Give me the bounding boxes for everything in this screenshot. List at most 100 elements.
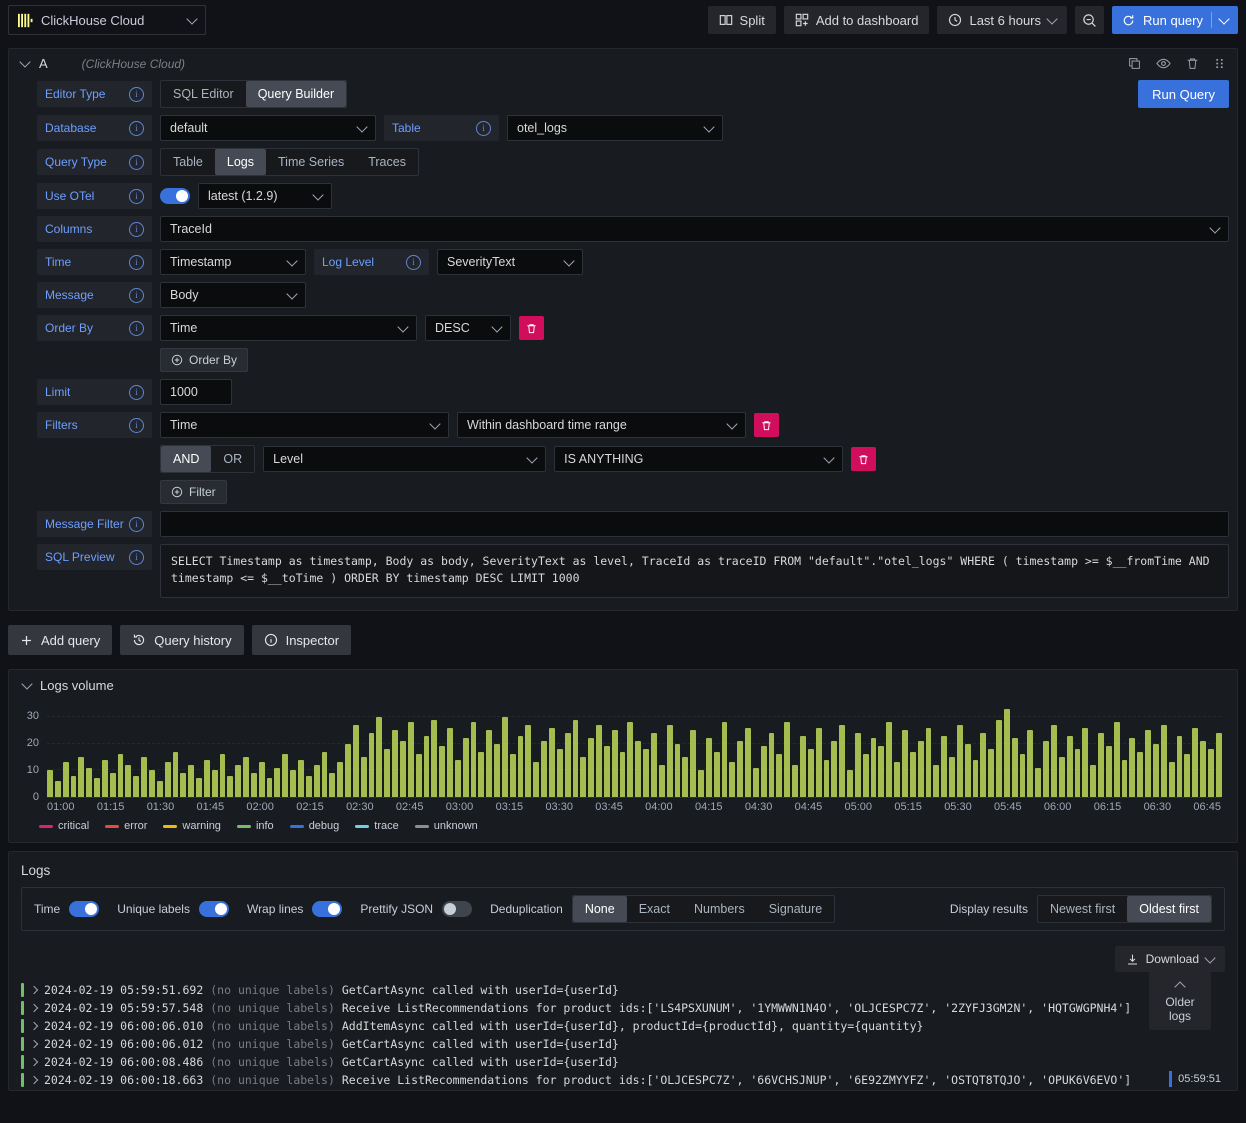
editor-type-group-option-query-builder[interactable]: Query Builder [245, 81, 347, 107]
volume-bar [47, 770, 53, 797]
query-type-group-option-time-series[interactable]: Time Series [266, 149, 356, 175]
split-button[interactable]: Split [707, 6, 776, 34]
info-icon[interactable] [129, 549, 144, 565]
add-to-dashboard-button[interactable]: Add to dashboard [783, 6, 930, 34]
use-otel-toggle[interactable] [160, 188, 190, 204]
zoom-out-button[interactable] [1075, 6, 1105, 34]
time-toggle[interactable] [69, 901, 100, 917]
deduplication-group-option-none[interactable]: None [572, 896, 627, 922]
condition-operator-select[interactable]: IS ANYTHING [554, 446, 844, 472]
condition-field-select[interactable]: Level [263, 446, 547, 472]
expand-chevron-icon[interactable] [29, 1039, 39, 1049]
order-by-column-select[interactable]: Time [160, 315, 417, 341]
unique-labels-toggle[interactable] [198, 901, 229, 917]
hide-query-icon[interactable] [1156, 56, 1171, 71]
table-select[interactable]: otel_logs [507, 115, 723, 141]
logs-volume-header[interactable]: Logs volume [9, 670, 1237, 697]
x-tick-label: 03:00 [445, 801, 474, 813]
columns-select[interactable]: TraceId [160, 216, 1229, 242]
query-type-group-option-traces[interactable]: Traces [356, 149, 418, 175]
x-tick-label: 04:30 [744, 801, 773, 813]
info-icon[interactable] [129, 221, 144, 237]
add-filter-button[interactable]: Filter [160, 480, 227, 504]
info-icon[interactable] [129, 516, 144, 532]
older-logs-button[interactable]: Older logs [1149, 972, 1211, 1030]
log-level-select[interactable]: SeverityText [437, 249, 583, 275]
remove-filter-button[interactable] [754, 413, 779, 437]
legend-item-unknown[interactable]: unknown [414, 820, 478, 832]
legend-item-error[interactable]: error [105, 820, 147, 832]
drag-handle-icon[interactable] [1214, 58, 1225, 69]
otel-version-select[interactable]: latest (1.2.9) [198, 183, 332, 209]
info-icon[interactable] [476, 120, 491, 136]
message-column-select[interactable]: Body [160, 282, 306, 308]
run-query-inline-button[interactable]: Run Query [1138, 80, 1229, 108]
log-rows: 2024-02-19 05:59:51.692 (no unique label… [9, 979, 1237, 1090]
display-results-group-option-oldest-first[interactable]: Oldest first [1127, 896, 1211, 922]
database-select[interactable]: default [160, 115, 376, 141]
collapse-chevron-icon[interactable] [21, 678, 33, 690]
add-order-by-button[interactable]: Order By [160, 348, 249, 372]
deduplication-group-option-numbers[interactable]: Numbers [682, 896, 757, 922]
time-range-picker[interactable]: Last 6 hours [937, 6, 1068, 34]
remove-condition-button[interactable] [851, 447, 877, 471]
inspector-button[interactable]: Inspector [251, 625, 352, 655]
datasource-picker[interactable]: ClickHouse Cloud [8, 5, 206, 35]
filter-logic-group-option-or[interactable]: OR [211, 446, 254, 472]
info-icon[interactable] [129, 86, 144, 102]
remove-order-by-button[interactable] [519, 316, 544, 340]
volume-bar [415, 754, 422, 797]
filter-operator-select[interactable]: Within dashboard time range [457, 412, 746, 438]
field-label-use-otel: Use OTel [37, 183, 152, 209]
time-column-select[interactable]: Timestamp [160, 249, 306, 275]
legend-item-critical[interactable]: critical [39, 820, 89, 832]
remove-query-icon[interactable] [1186, 57, 1199, 70]
limit-input[interactable]: 1000 [160, 379, 232, 405]
chevron-down-icon[interactable] [1218, 12, 1230, 25]
run-query-button[interactable]: Run query [1112, 6, 1238, 34]
info-icon[interactable] [129, 254, 144, 270]
legend-item-info[interactable]: info [236, 820, 274, 832]
deduplication-group-option-exact[interactable]: Exact [627, 896, 682, 922]
wrap-lines-toggle[interactable] [312, 901, 343, 917]
log-row[interactable]: 2024-02-19 06:00:06.010 (no unique label… [21, 1017, 1225, 1035]
log-row[interactable]: 2024-02-19 06:00:08.486 (no unique label… [21, 1053, 1225, 1071]
legend-item-debug[interactable]: debug [289, 820, 339, 832]
query-history-button[interactable]: Query history [120, 625, 244, 655]
message-filter-input[interactable] [160, 511, 1229, 537]
expand-chevron-icon[interactable] [29, 1021, 39, 1031]
row-message-filter: Message Filter [37, 511, 1229, 537]
expand-chevron-icon[interactable] [29, 1003, 39, 1013]
info-icon[interactable] [129, 287, 144, 303]
info-icon[interactable] [129, 417, 144, 433]
download-button[interactable]: Download [1114, 946, 1225, 972]
filter-logic-group-option-and[interactable]: AND [161, 446, 212, 472]
editor-type-group-option-sql-editor[interactable]: SQL Editor [161, 81, 246, 107]
expand-chevron-icon[interactable] [29, 985, 39, 995]
query-type-group-option-logs[interactable]: Logs [214, 149, 266, 175]
log-row[interactable]: 2024-02-19 05:59:57.548 (no unique label… [21, 999, 1225, 1017]
expand-chevron-icon[interactable] [29, 1057, 39, 1067]
legend-item-trace[interactable]: trace [355, 820, 399, 832]
log-row[interactable]: 2024-02-19 05:59:51.692 (no unique label… [21, 981, 1225, 999]
filter-field-select[interactable]: Time [160, 412, 449, 438]
info-icon[interactable] [129, 188, 144, 204]
order-direction-select[interactable]: DESC [425, 315, 511, 341]
add-query-button[interactable]: Add query [8, 625, 113, 655]
info-icon[interactable] [129, 120, 144, 136]
legend-item-warning[interactable]: warning [163, 820, 221, 832]
display-results-group-option-newest-first[interactable]: Newest first [1038, 896, 1127, 922]
log-row[interactable]: 2024-02-19 06:00:06.012 (no unique label… [21, 1035, 1225, 1053]
log-row[interactable]: 2024-02-19 06:00:18.663 (no unique label… [21, 1071, 1225, 1089]
deduplication-group-option-signature[interactable]: Signature [757, 896, 835, 922]
info-icon[interactable] [129, 384, 144, 400]
info-icon[interactable] [129, 320, 144, 336]
collapse-chevron-icon[interactable] [19, 56, 31, 68]
expand-chevron-icon[interactable] [29, 1075, 39, 1085]
control-label: Prettify JSON [360, 902, 434, 916]
prettify-json-toggle[interactable] [442, 901, 473, 917]
query-type-group-option-table[interactable]: Table [161, 149, 215, 175]
info-icon[interactable] [129, 154, 144, 170]
info-icon[interactable] [406, 254, 421, 270]
duplicate-query-icon[interactable] [1128, 57, 1141, 70]
